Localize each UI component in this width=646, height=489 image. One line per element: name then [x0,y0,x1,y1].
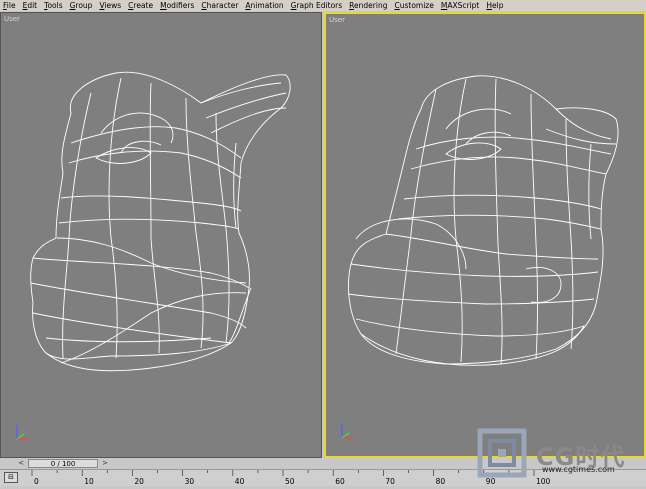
menu-tools[interactable]: Tools [44,0,62,11]
menu-animation[interactable]: Animation [245,0,283,11]
cg-logo-icon [477,428,527,478]
menu-bar: File Edit Tools Group Views Create Modif… [0,0,646,11]
viewport-right-active[interactable]: User [324,12,646,458]
menu-views[interactable]: Views [99,0,121,11]
menu-rendering[interactable]: Rendering [349,0,387,11]
axis-gizmo-icon [341,424,354,439]
watermark-logo: CG时代 www.cgtimes.com [472,425,646,485]
menu-customize[interactable]: Customize [394,0,433,11]
watermark-subtext: www.cgtimes.com [542,465,615,474]
time-slider[interactable]: 0 / 100 [28,459,98,468]
menu-create[interactable]: Create [128,0,153,11]
menu-modifiers[interactable]: Modifiers [160,0,194,11]
menu-graph-editors[interactable]: Graph Editors [291,0,343,11]
wireframe-mesh [347,75,619,366]
viewport-left[interactable]: User [0,12,322,458]
menu-group[interactable]: Group [70,0,93,11]
menu-file[interactable]: File [3,0,16,11]
axis-gizmo-icon [16,425,29,440]
track-view-icon[interactable]: ⊟ [4,472,18,483]
wireframe-mesh [30,71,291,372]
viewport-area: User User [0,11,646,458]
menu-help[interactable]: Help [486,0,503,11]
menu-edit[interactable]: Edit [23,0,38,11]
slider-next-button[interactable]: > [100,459,110,468]
slider-prev-button[interactable]: < [16,459,26,468]
menu-character[interactable]: Character [201,0,238,11]
menu-maxscript[interactable]: MAXScript [441,0,480,11]
